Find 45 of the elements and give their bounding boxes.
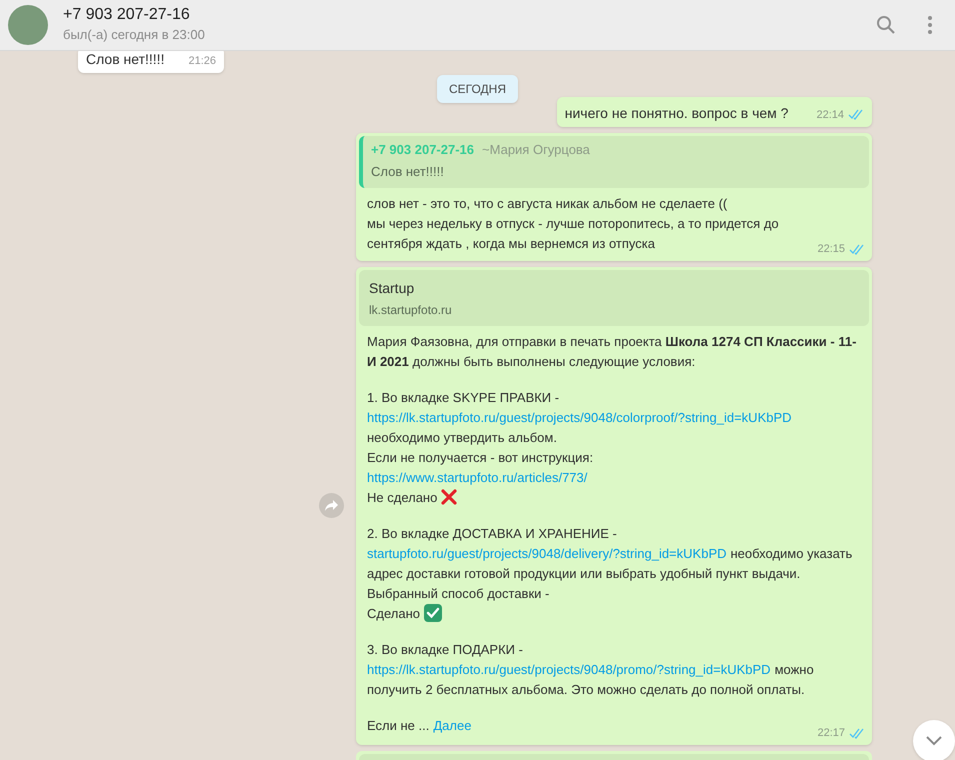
last-seen-status: был(-а) сегодня в 23:00 (63, 26, 206, 44)
message-text: 1. Во вкладке SKYPE ПРАВКИ - (367, 388, 560, 407)
check-box-icon (424, 604, 442, 622)
message-text: мы через недельку в отпуск - лучше поторопитесь, а то придется до сентября ждать , когда мы вернемся из отпуска (367, 214, 780, 253)
share-arrow-icon (325, 500, 338, 511)
menu-button[interactable] (925, 13, 935, 37)
quoted-message[interactable]: +7 903 207-27-16 ~Мария Огурцова Слов нет!!!!! (359, 136, 869, 188)
message-text: https://lk.startupfoto.ru/guest/projects/9048/promo/?string_id=kUKbPD можно получить 2 бесплатных альбома. Это можно сделать до полной оплаты. (367, 660, 815, 699)
message-text: Мария Фаязовна, для отправки в печать проекта Школа 1274 СП Классики - 11-И 2021 должны быть выполнены следующие условия: (367, 332, 858, 371)
message-text: 2. Во вкладке ДОСТАВКА И ХРАНЕНИЕ - (367, 524, 618, 543)
message-text: Не сделано (367, 488, 458, 508)
message-text: Выбранный способ доставки - (367, 584, 550, 603)
message-text: необходимо утвердить альбом. (367, 428, 558, 447)
quote-author-name: ~Мария Огурцова (482, 142, 590, 158)
message-link[interactable]: Далее (433, 718, 472, 732)
message-text: Сделано (367, 604, 442, 624)
quoted-text: Слов нет!!!!! (371, 163, 445, 181)
contact-name: +7 903 207-27-16 (63, 5, 191, 26)
preview-url: lk.startupfoto.ru (369, 302, 453, 318)
chevron-down-icon (926, 736, 942, 746)
message-text: 3. Во вкладке ПОДАРКИ - (367, 640, 524, 659)
message-text: слов нет - это то, что с августа никак альбом не сделаете (( (367, 194, 728, 213)
message-link[interactable]: https://lk.startupfoto.ru/guest/projects/9048/colorproof/?string_id=kUKbPD (367, 410, 792, 424)
avatar[interactable] (8, 5, 48, 45)
forward-button[interactable] (319, 493, 344, 518)
search-icon (876, 15, 896, 35)
message-link[interactable]: https://lk.startupfoto.ru/guest/projects/9048/promo/?string_id=kUKbPD (367, 662, 771, 676)
link-preview[interactable]: Startup lk.startupfoto.ru (359, 270, 869, 326)
message-text: Если не ... Далее (367, 716, 472, 735)
scroll-down-button[interactable] (913, 720, 955, 760)
message-time: 22:14 (816, 108, 844, 122)
date-chip: СЕГОДНЯ (436, 75, 518, 103)
message-text: Слов нет!!!!! (86, 51, 164, 69)
preview-title: Startup (369, 278, 416, 298)
message-text: ничего не понятно. вопрос в чем ? (564, 104, 788, 123)
cross-mark-icon (441, 488, 458, 504)
message-text: startupfoto.ru/guest/projects/9048/delivery/?string_id=kUKbPD необходимо указать адрес доставки готовой продукции или выбрать удобный пункт выдачи. (367, 544, 854, 583)
quote-author: +7 903 207-27-16 (371, 142, 474, 158)
message-time: 22:15 (817, 242, 845, 258)
message-link[interactable]: https://www.startupfoto.ru/articles/773/ (367, 470, 588, 484)
message-time: 21:26 (188, 54, 216, 68)
message-link[interactable]: startupfoto.ru/guest/projects/9048/delivery/?string_id=kUKbPD (367, 546, 726, 560)
menu-icon (928, 16, 932, 34)
message-time: 22:17 (817, 726, 845, 742)
message-text: Если не получается - вот инструкция: (367, 448, 594, 467)
